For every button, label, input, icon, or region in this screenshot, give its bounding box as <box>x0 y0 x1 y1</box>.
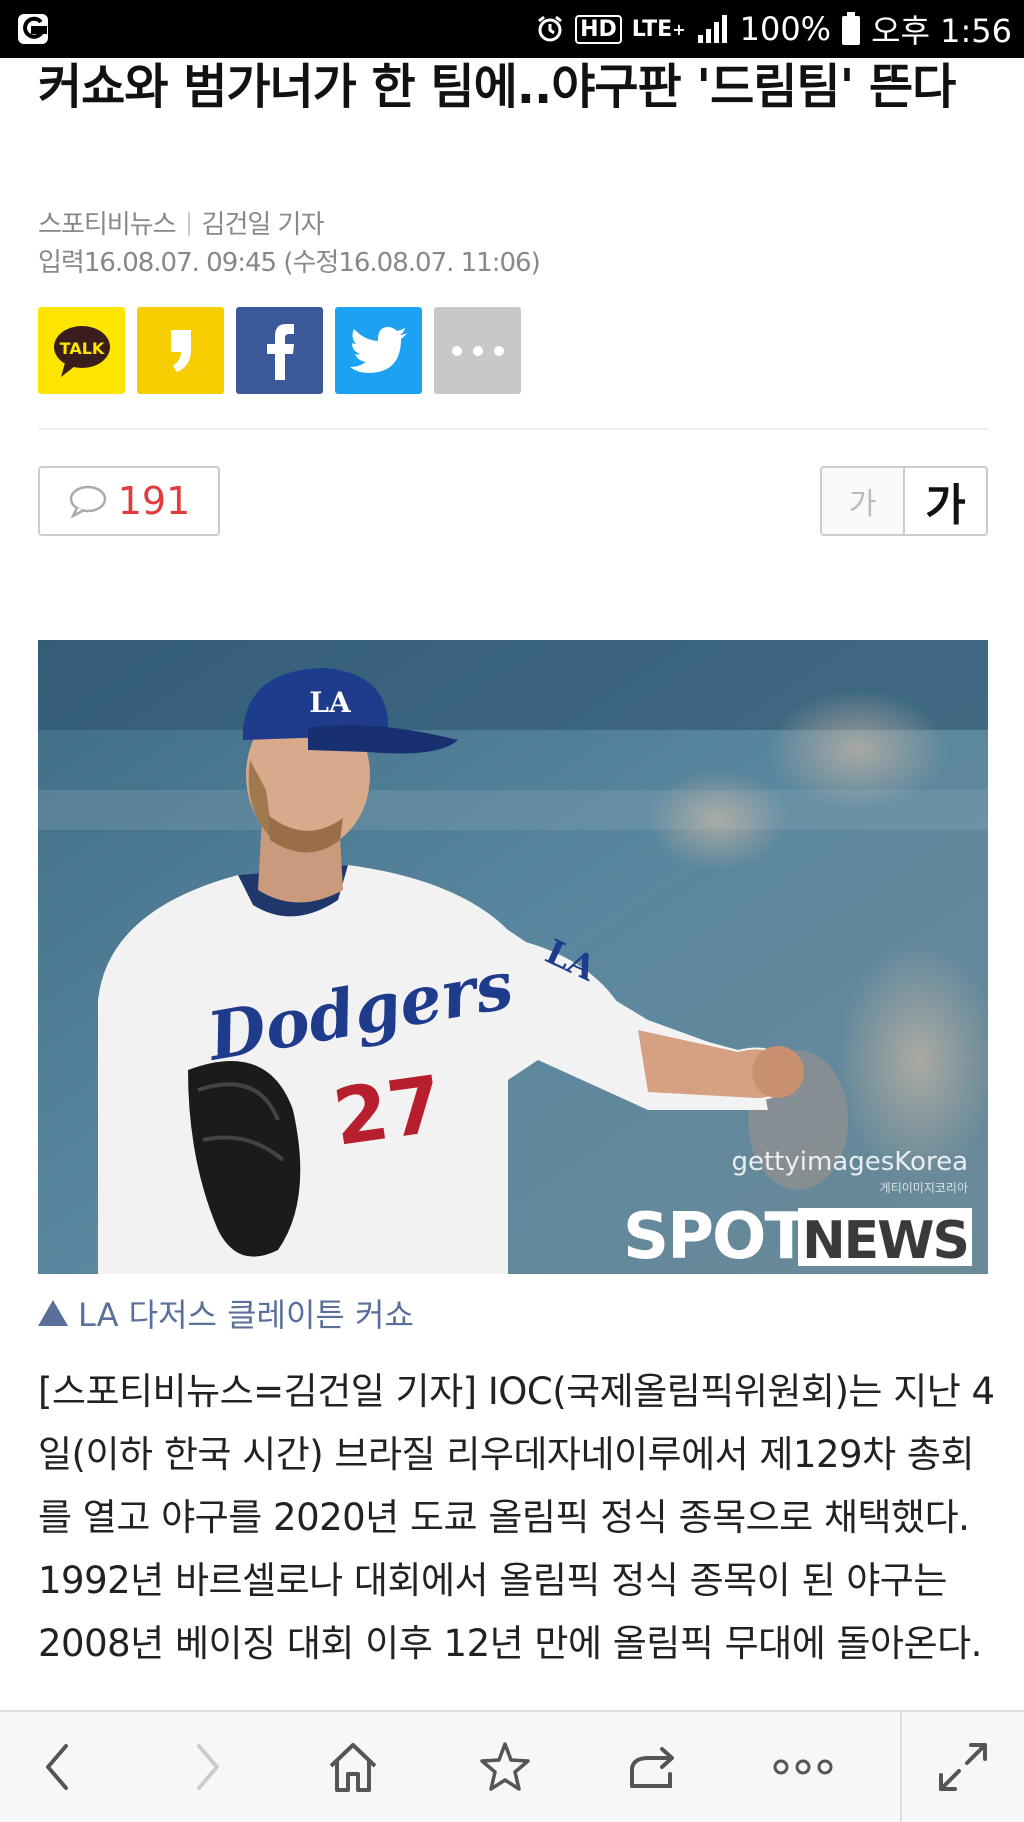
fullscreen-icon <box>939 1743 987 1791</box>
browser-bottom-bar <box>0 1710 1024 1822</box>
photo-caption: LA 다저스 클레이튼 커쇼 <box>38 1290 414 1336</box>
forward-button[interactable] <box>152 1712 262 1822</box>
twitter-share-button[interactable] <box>335 307 422 394</box>
jersey-number-text: 27 <box>328 1060 448 1164</box>
more-options-icon <box>773 1759 833 1775</box>
home-icon <box>329 1743 377 1792</box>
kakaostory-icon <box>170 329 191 372</box>
font-size-small-button[interactable]: 가 <box>822 468 905 534</box>
comments-button[interactable]: 191 <box>38 466 220 536</box>
more-options-button[interactable] <box>748 1712 858 1822</box>
signal-icon <box>697 15 727 43</box>
back-button[interactable] <box>3 1712 113 1822</box>
hd-label: HD <box>580 16 617 42</box>
share-page-button[interactable] <box>598 1712 708 1822</box>
more-icon <box>451 345 504 356</box>
facebook-icon <box>266 323 294 380</box>
more-share-button[interactable] <box>434 307 521 394</box>
bottom-bar-divider <box>900 1712 902 1822</box>
getty-watermark-sub: 게티이미지코리아 <box>880 1181 968 1195</box>
cap-logo-text: LA <box>309 686 352 719</box>
kakaotalk-share-button[interactable]: TALK <box>38 307 125 394</box>
article-photo[interactable]: LA LA Dodgers 27 gettyimagesKorea 게티이미지코… <box>38 640 988 1274</box>
share-buttons: TALK <box>38 307 521 394</box>
twitter-icon <box>349 326 407 373</box>
back-icon <box>46 1744 68 1790</box>
article-timestamp: 입력16.08.07. 09:45 (수정16.08.07. 11:06) <box>38 248 541 278</box>
news-brand: NEWS <box>802 1211 968 1271</box>
status-bar: HD LTE + 100% 오후 1:56 <box>0 0 1024 58</box>
lte-label: LTE <box>631 16 673 42</box>
font-size-large-button[interactable]: 가 <box>905 468 986 534</box>
article-byline: 스포티비뉴스 김건일 기자 <box>38 204 325 241</box>
fullscreen-button[interactable] <box>908 1712 1018 1822</box>
lte-indicator: LTE + <box>632 17 686 42</box>
speech-bubble-icon <box>69 485 106 518</box>
kakaotalk-icon: TALK <box>53 325 110 377</box>
lte-plus: + <box>672 19 686 39</box>
pitcher-photo: LA LA Dodgers 27 gettyimagesKorea 게티이미지코… <box>38 640 988 1274</box>
clock: 오후 1:56 <box>871 12 1012 50</box>
header-divider <box>38 428 988 430</box>
bookmark-star-icon <box>480 1742 530 1791</box>
caption-text: LA 다저스 클레이튼 커쇼 <box>78 1296 414 1334</box>
facebook-share-button[interactable] <box>236 307 323 394</box>
comment-count: 191 <box>117 479 191 523</box>
hd-voice-icon: HD <box>575 14 622 44</box>
article-body: [스포티비뉴스=김건일 기자] IOC(국제올림픽위원회)는 지난 4일(이하 … <box>38 1370 995 1665</box>
article-reporter[interactable]: 김건일 기자 <box>202 210 325 240</box>
share-icon <box>630 1747 674 1788</box>
font-size-control: 가 가 <box>820 466 988 536</box>
forward-icon <box>197 1744 219 1790</box>
battery-icon <box>842 12 861 45</box>
talk-label: TALK <box>59 339 104 358</box>
article-source[interactable]: 스포티비뉴스 <box>38 210 177 240</box>
carrier-logo-icon <box>18 14 48 44</box>
caption-triangle-icon <box>38 1300 68 1326</box>
home-button[interactable] <box>298 1712 408 1822</box>
alarm-icon <box>538 15 563 42</box>
byline-divider <box>187 212 190 236</box>
article-headline: 커쇼와 범가너가 한 팀에..야구판 '드림팀' 뜬다 <box>38 59 956 115</box>
status-icons: HD LTE + 100% 오후 1:56 <box>535 0 1012 58</box>
kakaostory-share-button[interactable] <box>137 307 224 394</box>
battery-percent: 100% <box>739 10 832 48</box>
getty-watermark: gettyimagesKorea <box>731 1147 968 1177</box>
bookmark-button[interactable] <box>450 1712 560 1822</box>
